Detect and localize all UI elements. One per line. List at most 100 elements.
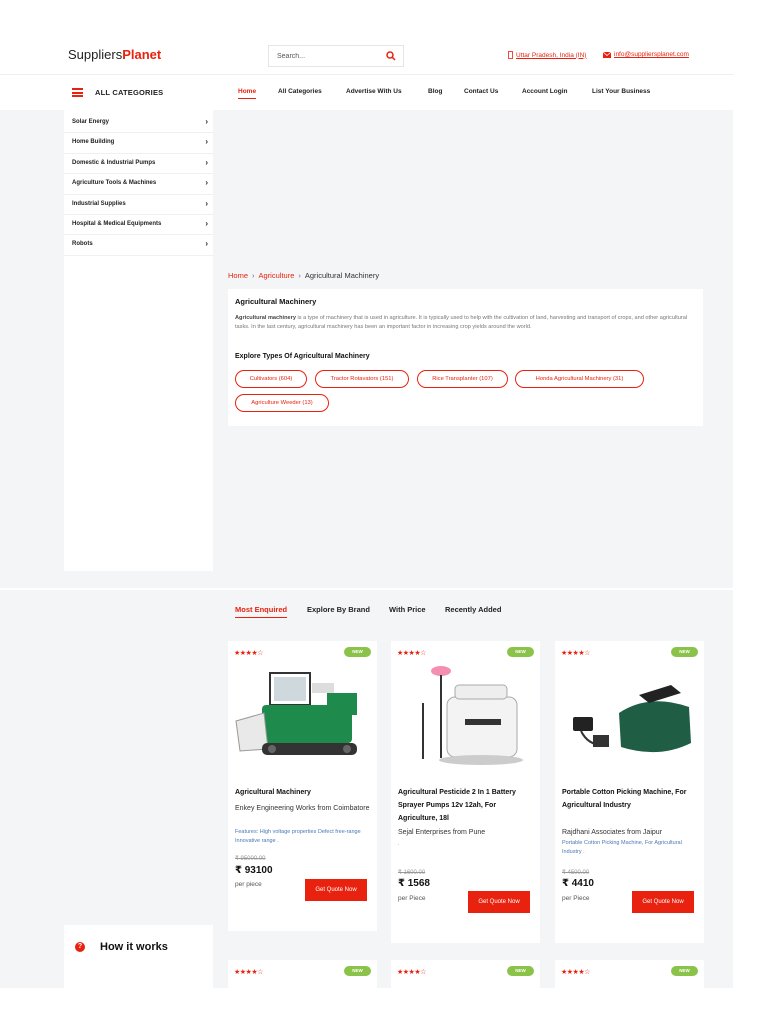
chip-cultivators[interactable]: Cultivators (604) — [235, 370, 307, 388]
product-name[interactable]: Agricultural Pesticide 2 In 1 Battery Sp… — [398, 786, 536, 825]
location-text: Uttar Pradesh, India (IN) — [516, 51, 587, 59]
product-image-harvester[interactable] — [232, 663, 373, 773]
product-price: ₹ 4410 — [562, 878, 594, 889]
product-features: Features: High voltage properties Defect… — [235, 829, 361, 844]
nav-account-login[interactable]: Account Login — [522, 88, 568, 95]
breadcrumb-separator: › — [298, 271, 301, 280]
product-card[interactable]: ★★★★☆ NEW — [555, 960, 704, 988]
category-sidebar: Solar Energy › Home Building › Domestic … — [64, 110, 213, 571]
sidebar-item-pumps[interactable]: Domestic & Industrial Pumps › — [64, 154, 213, 175]
breadcrumb-home[interactable]: Home — [228, 271, 248, 280]
tab-most-enquired[interactable]: Most Enquired — [235, 605, 288, 618]
sidebar-item-agriculture-tools[interactable]: Agriculture Tools & Machines › — [64, 174, 213, 195]
get-quote-button[interactable]: Get Quote Now — [632, 891, 694, 913]
search-box — [268, 45, 404, 67]
category-description: Agricultural machinery is a type of mach… — [235, 314, 697, 332]
breadcrumb-agriculture[interactable]: Agriculture — [259, 271, 295, 280]
product-features: . — [398, 841, 400, 847]
new-badge: NEW — [344, 647, 371, 657]
rating-stars: ★★★★☆ — [234, 650, 263, 657]
chevron-right-icon: › — [205, 137, 208, 147]
chevron-right-icon: › — [205, 219, 208, 228]
chevron-right-icon: › — [205, 198, 208, 208]
product-card[interactable]: ★★★★☆ NEW Portable Cotton Picking Machin… — [555, 641, 704, 943]
sidebar-item-home-building[interactable]: Home Building › — [64, 133, 213, 154]
product-card[interactable]: ★★★★☆ NEW — [391, 960, 540, 988]
email-text: info@suppliersplanet.com — [614, 51, 689, 58]
chip-tractor-rotavators[interactable]: Tractor Rotavators (151) — [315, 370, 409, 388]
nav-blog[interactable]: Blog — [428, 88, 442, 95]
sidebar-item-solar-energy[interactable]: Solar Energy › — [64, 113, 213, 134]
seller-name[interactable]: Sejal Enterprises from Pune — [398, 827, 536, 839]
product-price: ₹ 1568 — [398, 878, 430, 889]
nav-advertise[interactable]: Advertise With Us — [346, 88, 402, 95]
search-icon[interactable] — [385, 50, 397, 62]
breadcrumb-current: Agricultural Machinery — [304, 271, 380, 280]
how-it-works-title: How it works — [100, 941, 168, 953]
chip-agriculture-weeder[interactable]: Agriculture Weeder (13) — [235, 394, 329, 412]
sidebar-item-label: Domestic & Industrial Pumps — [72, 159, 156, 166]
product-card[interactable]: ★★★★☆ NEW Agricultural Machinery Enkey E… — [228, 641, 377, 931]
how-it-works-box[interactable]: ? How it works — [64, 925, 213, 988]
product-name[interactable]: Portable Cotton Picking Machine, For Agr… — [562, 786, 700, 812]
search-input[interactable] — [277, 49, 381, 64]
sidebar-item-label: Robots — [72, 241, 93, 248]
nav-list-business[interactable]: List Your Business — [592, 88, 650, 95]
product-image-cotton-picker[interactable] — [559, 663, 700, 773]
chip-rice-transplanter[interactable]: Rice Transplanter (107) — [417, 370, 508, 388]
category-title: Agricultural Machinery — [235, 297, 317, 306]
old-price: ₹ 1600.00 — [398, 870, 426, 876]
get-quote-button[interactable]: Get Quote Now — [468, 891, 530, 913]
sidebar-item-hospital-equipments[interactable]: Hospital & Medical Equipments › — [64, 215, 213, 236]
sidebar-item-label: Agriculture Tools & Machines — [72, 180, 157, 187]
tab-recently-added[interactable]: Recently Added — [445, 605, 501, 614]
chip-honda-machinery[interactable]: Honda Agricultural Machinery (31) — [515, 370, 644, 388]
logo-text-suppliers: Suppliers — [68, 47, 123, 62]
price-unit: per Piece — [398, 895, 426, 902]
tab-explore-by-brand[interactable]: Explore By Brand — [307, 605, 370, 614]
rating-stars: ★★★★☆ — [397, 650, 426, 657]
site-logo[interactable]: SuppliersPlanet — [68, 47, 161, 62]
new-badge: NEW — [344, 966, 371, 976]
new-badge: NEW — [507, 647, 534, 657]
product-price: ₹ 93100 — [235, 865, 273, 876]
rating-stars: ★★★★☆ — [561, 650, 590, 657]
nav-all-categories[interactable]: All Categories — [278, 88, 322, 95]
location-link[interactable]: Uttar Pradesh, India (IN) — [508, 51, 586, 59]
chevron-right-icon: › — [205, 239, 208, 249]
all-categories-label: ALL CATEGORIES — [95, 88, 164, 97]
chevron-right-icon: › — [205, 178, 208, 188]
question-icon: ? — [75, 942, 85, 952]
product-card[interactable]: ★★★★☆ NEW — [228, 960, 377, 988]
old-price: ₹ 4500.00 — [562, 870, 590, 876]
description-text: is a type of machinery that is used in a… — [235, 315, 688, 330]
get-quote-button[interactable]: Get Quote Now — [305, 879, 367, 901]
description-bold: Agricultural machinery — [235, 315, 296, 321]
tab-with-price[interactable]: With Price — [389, 605, 426, 614]
sidebar-item-label: Hospital & Medical Equipments — [72, 221, 162, 227]
location-pin-icon — [508, 51, 513, 59]
breadcrumb: Home › Agriculture › Agricultural Machin… — [228, 271, 379, 280]
old-price: ₹ 95000.00 — [235, 856, 266, 862]
sidebar-item-industrial-supplies[interactable]: Industrial Supplies › — [64, 195, 213, 215]
nav-contact-us[interactable]: Contact Us — [464, 88, 498, 95]
mail-icon — [603, 51, 611, 58]
breadcrumb-separator: › — [252, 271, 255, 280]
sidebar-item-robots[interactable]: Robots › — [64, 235, 213, 256]
price-unit: per piece — [235, 881, 262, 888]
product-features: Portable Cotton Picking Machine, For Agr… — [562, 840, 682, 855]
product-name[interactable]: Agricultural Machinery — [235, 786, 373, 799]
rating-stars: ★★★★☆ — [234, 969, 263, 976]
rating-stars: ★★★★☆ — [561, 969, 590, 976]
seller-name[interactable]: Enkey Engineering Works from Coimbatore — [235, 803, 373, 815]
nav-home[interactable]: Home — [238, 88, 257, 99]
hamburger-icon — [72, 88, 83, 97]
product-image-sprayer[interactable] — [395, 663, 536, 773]
all-categories-toggle[interactable]: ALL CATEGORIES — [64, 75, 213, 110]
product-card[interactable]: ★★★★☆ NEW Agricultural Pesticide 2 In 1 … — [391, 641, 540, 943]
new-badge: NEW — [507, 966, 534, 976]
email-link[interactable]: info@suppliersplanet.com — [603, 51, 689, 58]
price-unit: per Piece — [562, 895, 590, 902]
seller-name[interactable]: Rajdhani Associates from Jaipur — [562, 827, 700, 839]
sidebar-item-label: Industrial Supplies — [72, 200, 126, 207]
